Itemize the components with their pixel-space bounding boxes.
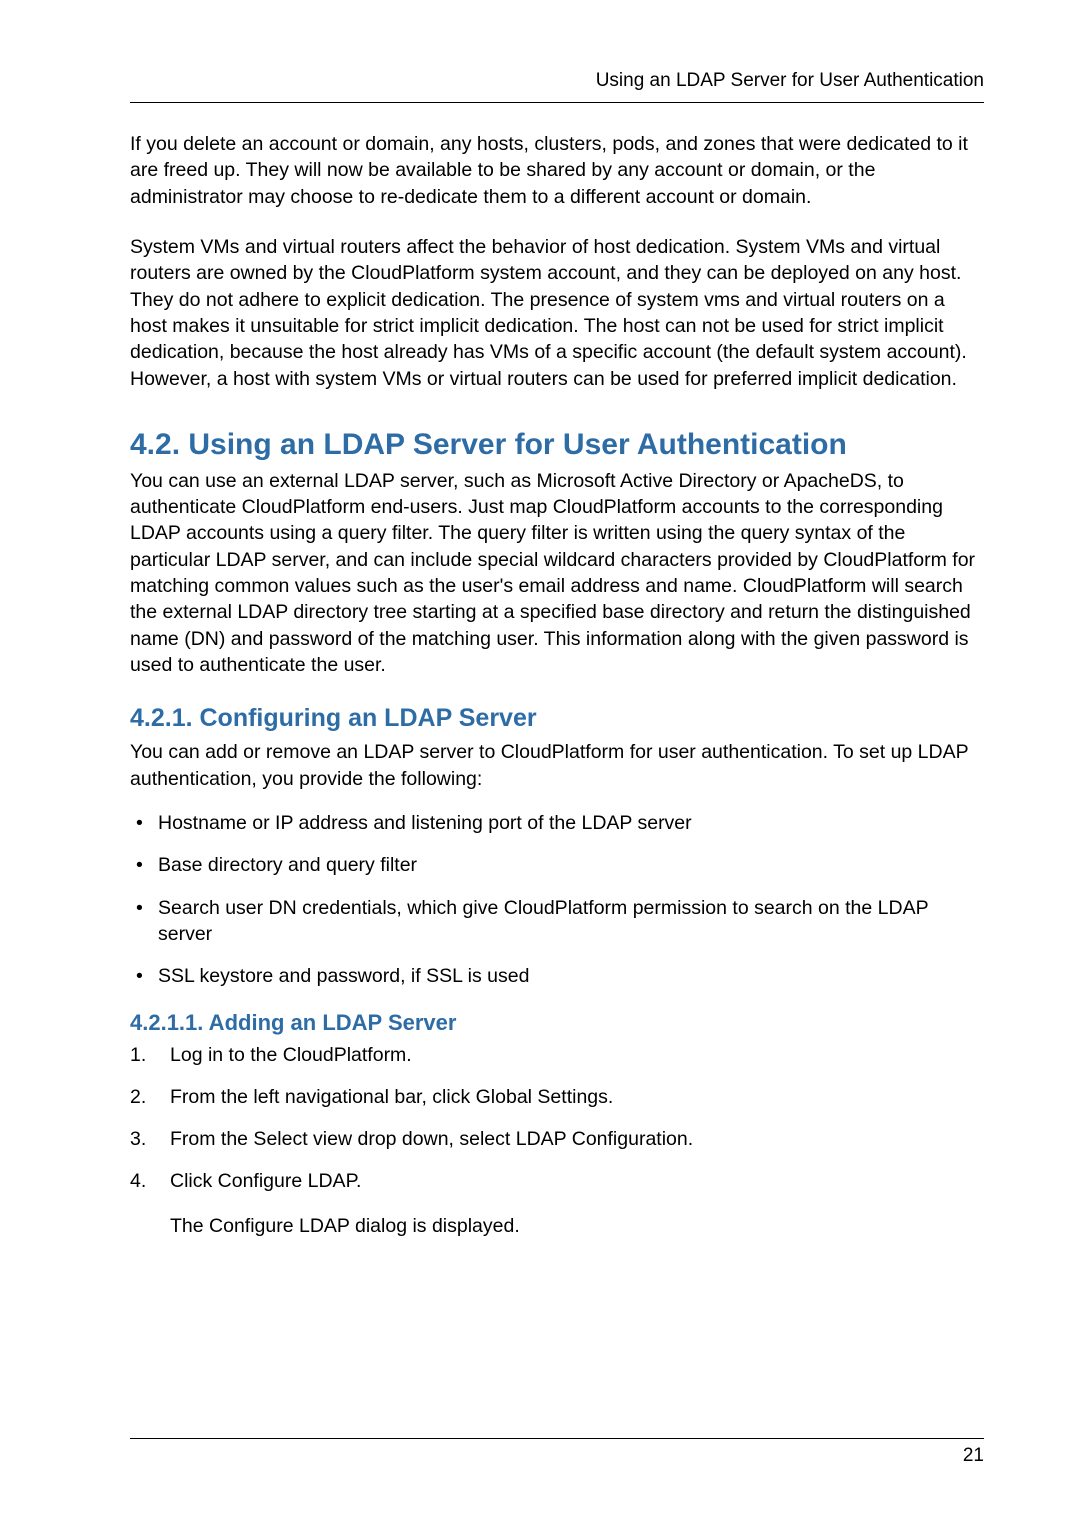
step-text: Log in to the CloudPlatform.	[170, 1044, 412, 1066]
steps-list: Log in to the CloudPlatform. From the le…	[130, 1042, 984, 1240]
list-item: SSL keystore and password, if SSL is use…	[130, 963, 984, 989]
list-item: Hostname or IP address and listening por…	[130, 810, 984, 836]
requirements-list: Hostname or IP address and listening por…	[130, 810, 984, 990]
step-text: Click Configure LDAP.	[170, 1170, 361, 1192]
document-page: Using an LDAP Server for User Authentica…	[0, 0, 1080, 1527]
step-item: Click Configure LDAP. The Configure LDAP…	[130, 1168, 984, 1239]
heading-4-2-1-1: 4.2.1.1. Adding an LDAP Server	[130, 1010, 984, 1036]
step-text: From the left navigational bar, click Gl…	[170, 1086, 613, 1108]
section-4-2-1-paragraph: You can add or remove an LDAP server to …	[130, 739, 984, 792]
section-4-2-paragraph: You can use an external LDAP server, suc…	[130, 468, 984, 679]
list-item: Search user DN credentials, which give C…	[130, 895, 984, 948]
running-header: Using an LDAP Server for User Authentica…	[130, 60, 984, 103]
step-item: From the left navigational bar, click Gl…	[130, 1084, 984, 1110]
heading-4-2-1: 4.2.1. Configuring an LDAP Server	[130, 704, 984, 733]
step-note: The Configure LDAP dialog is displayed.	[170, 1213, 984, 1239]
intro-paragraph-2: System VMs and virtual routers affect th…	[130, 234, 984, 392]
intro-paragraph-1: If you delete an account or domain, any …	[130, 131, 984, 210]
heading-4-2: 4.2. Using an LDAP Server for User Authe…	[130, 428, 984, 462]
page-number: 21	[130, 1438, 984, 1467]
list-item: Base directory and query filter	[130, 852, 984, 878]
step-text: From the Select view drop down, select L…	[170, 1128, 693, 1150]
step-item: Log in to the CloudPlatform.	[130, 1042, 984, 1068]
step-item: From the Select view drop down, select L…	[130, 1126, 984, 1152]
page-footer: 21	[130, 1438, 984, 1467]
